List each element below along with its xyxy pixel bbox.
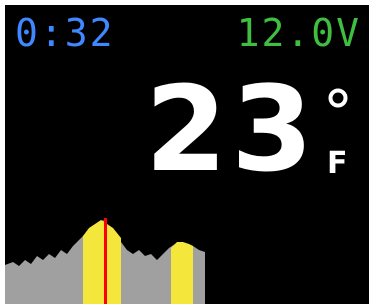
temperature-unit: F [327,146,348,181]
degree-icon [328,88,348,108]
highlight-band-2 [171,242,193,304]
voltage-readout: 12.0V [236,11,361,55]
spectrum-graph [5,218,205,304]
marker-line [104,218,107,304]
temperature-value: 23 [145,60,318,198]
device-screen: 0:32 12.0V 23 F [5,5,369,304]
timer-readout: 0:32 [15,11,115,55]
highlight-band-1 [83,220,121,304]
